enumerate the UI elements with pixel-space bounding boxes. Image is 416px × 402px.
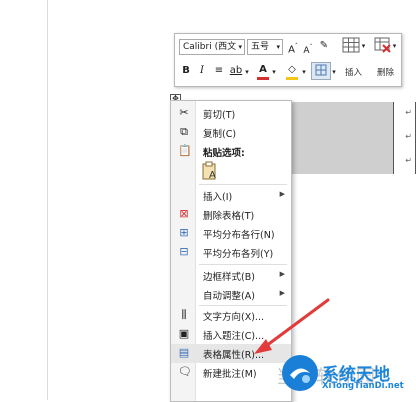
site-logo-icon (282, 355, 318, 391)
watermark-url: XiTongTianDi.net (322, 381, 404, 391)
annotation-arrow-icon (254, 298, 330, 354)
